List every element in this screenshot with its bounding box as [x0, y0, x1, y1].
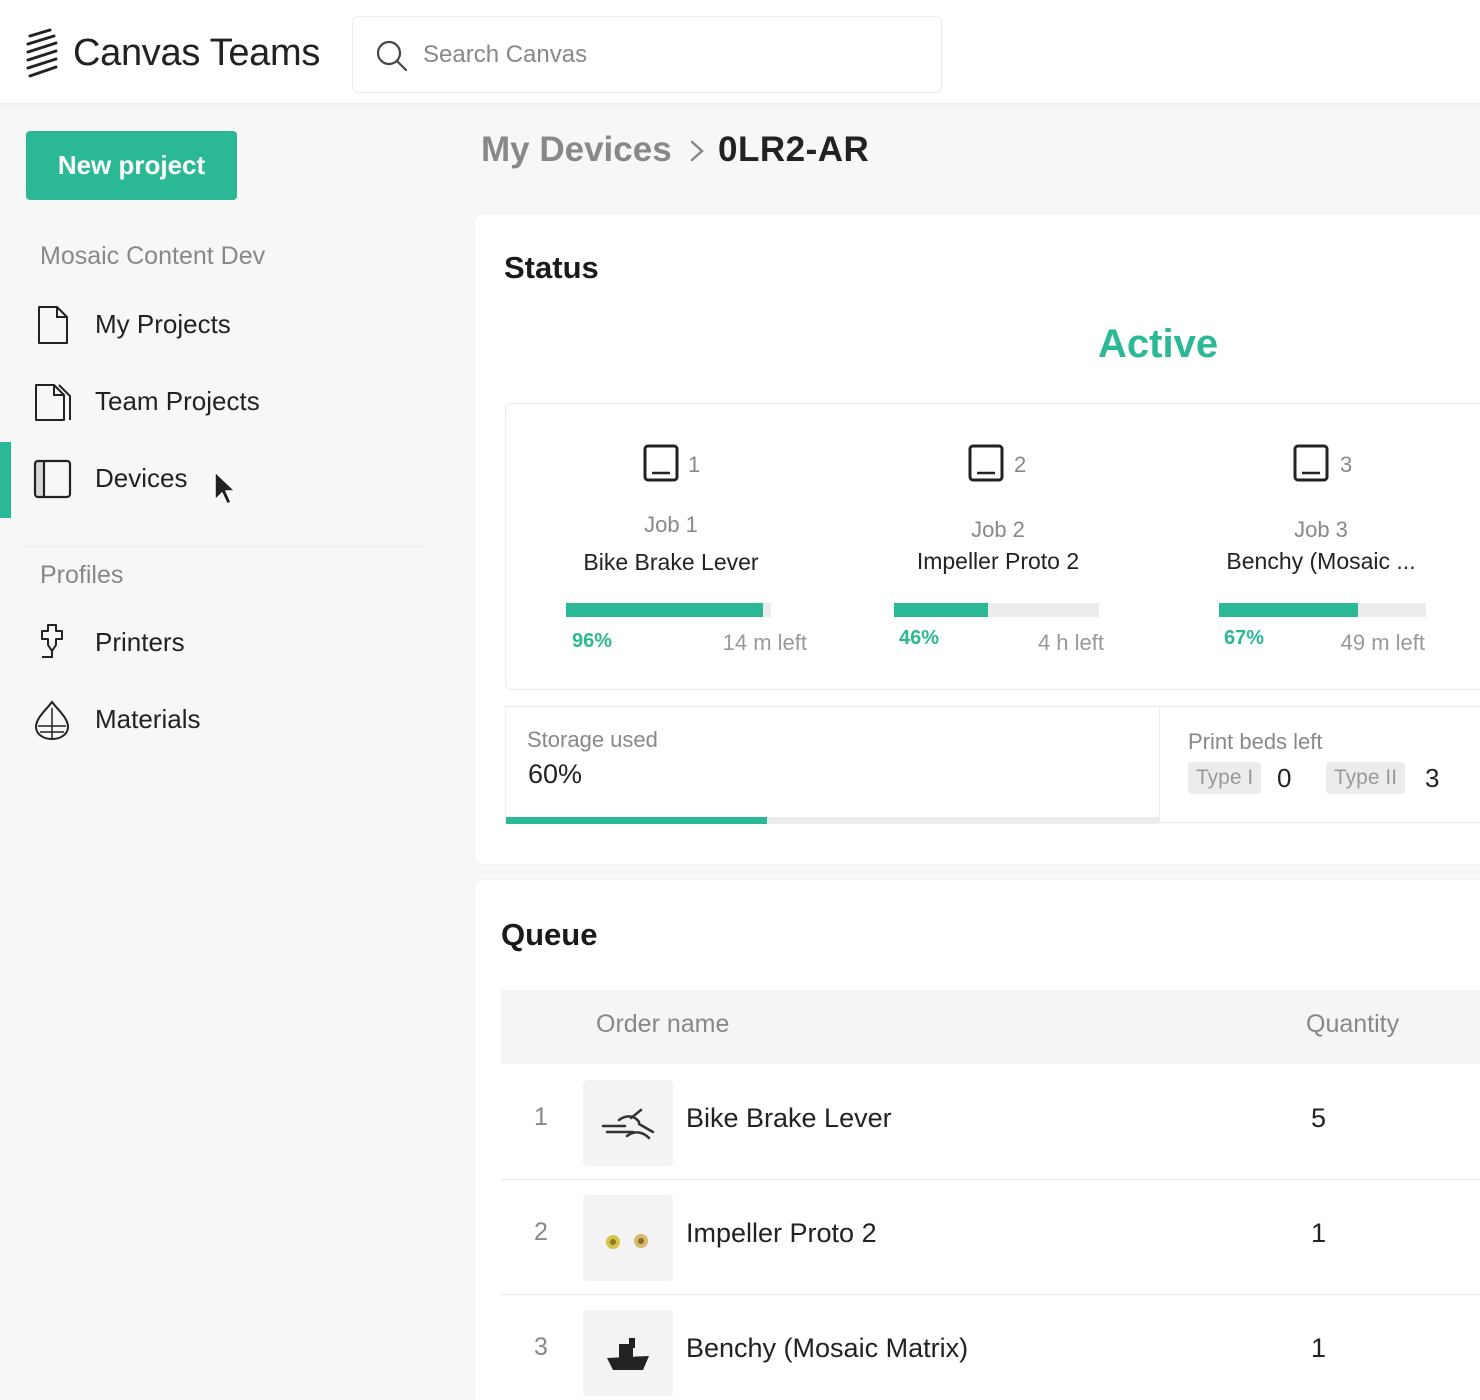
sidebar-item-materials[interactable]: Materials: [0, 690, 430, 750]
print-bed-icon: [643, 444, 679, 482]
order-name: Benchy (Mosaic Matrix): [686, 1333, 969, 1363]
storage-label: Storage used: [527, 727, 658, 752]
order-thumbnail: [583, 1080, 673, 1166]
bed-number: 3: [1340, 452, 1353, 477]
job-progress-percent: 46%: [899, 627, 940, 649]
order-name: Bike Brake Lever: [686, 1103, 892, 1133]
queue-table-header: Order name Quantity: [501, 990, 1480, 1064]
job-progress-bar: [1219, 603, 1426, 617]
chevron-right-icon: [690, 140, 704, 162]
sidebar-item-label: Materials: [95, 704, 201, 734]
sidebar-item-label: My Projects: [95, 309, 231, 339]
order-thumbnail: [583, 1195, 673, 1281]
storage-panel: Storage used 60%: [505, 706, 1160, 824]
job-name: Impeller Proto 2: [916, 548, 1080, 574]
print-beds-panel: Print beds left Type I 0 Type II 3: [1159, 706, 1480, 823]
job-name: Benchy (Mosaic ...: [1226, 548, 1416, 574]
app-title: Canvas Teams: [73, 32, 321, 74]
search-icon: [376, 40, 408, 72]
job-card[interactable]: 3 Job 3 Benchy (Mosaic ... 67% 49 m left: [1171, 404, 1471, 691]
job-card[interactable]: 2 Job 2 Impeller Proto 2 46% 4 h left: [848, 404, 1148, 691]
storage-progress-fill: [506, 817, 768, 824]
mouse-cursor-icon: [214, 471, 236, 505]
job-label: Job 3: [1294, 517, 1348, 542]
sidebar-item-label: Team Projects: [95, 386, 260, 416]
workspace-label: Mosaic Content Dev: [40, 242, 266, 270]
new-project-button[interactable]: New project: [26, 131, 237, 200]
order-quantity: 1: [1311, 1333, 1327, 1363]
table-row[interactable]: 3 Benchy (Mosaic Matrix) 1: [501, 1295, 1480, 1400]
search-input[interactable]: [423, 35, 923, 75]
column-header-quantity[interactable]: Quantity: [1306, 1010, 1399, 1039]
status-title: Status: [504, 250, 599, 285]
job-progress-fill: [566, 603, 763, 617]
job-card[interactable]: 1 Job 1 Bike Brake Lever 96% 14 m left: [521, 404, 821, 691]
breadcrumb-current: 0LR2-AR: [718, 130, 870, 169]
profiles-label: Profiles: [40, 561, 124, 589]
search-box[interactable]: [352, 16, 942, 93]
file-icon: [38, 306, 68, 344]
sidebar-item-printers[interactable]: Printers: [0, 613, 430, 673]
job-label: Job 2: [971, 517, 1025, 542]
job-label: Job 1: [644, 512, 698, 537]
row-index: 1: [534, 1103, 548, 1131]
table-row[interactable]: 2 Impeller Proto 2 1: [501, 1180, 1480, 1295]
print-beds-label: Print beds left: [1188, 729, 1323, 754]
job-name: Bike Brake Lever: [583, 549, 759, 575]
impeller-part-icon: [606, 1234, 648, 1249]
queue-title: Queue: [501, 917, 598, 952]
breadcrumb-parent-link[interactable]: My Devices: [481, 130, 672, 170]
row-index: 2: [534, 1218, 548, 1246]
job-progress-percent: 67%: [1224, 627, 1265, 649]
job-time-left: 49 m left: [1340, 630, 1425, 655]
storage-progress-bar: [506, 817, 1159, 824]
device-icon: [33, 459, 72, 499]
job-progress-fill: [1219, 603, 1358, 617]
order-quantity: 1: [1311, 1218, 1327, 1248]
job-progress-bar: [894, 603, 1099, 617]
sidebar-item-team-projects[interactable]: Team Projects: [0, 372, 430, 432]
jobs-panel: 1 Job 1 Bike Brake Lever 96% 14 m left 2…: [505, 403, 1480, 690]
column-header-order-name[interactable]: Order name: [596, 1010, 729, 1039]
order-name: Impeller Proto 2: [686, 1218, 877, 1248]
sidebar-divider: [20, 546, 425, 547]
table-row[interactable]: 1 Bike Brake Lever 5: [501, 1065, 1480, 1180]
print-bed-icon: [968, 444, 1004, 482]
bed-type-badge: Type II: [1326, 762, 1406, 794]
job-progress-percent: 96%: [572, 630, 613, 652]
storage-value: 60%: [528, 759, 583, 789]
row-index: 3: [534, 1333, 548, 1361]
bed-number: 2: [1014, 452, 1027, 477]
job-time-left: 14 m left: [722, 630, 807, 655]
benchy-boat-icon: [607, 1338, 649, 1370]
bed-type-count: 0: [1277, 763, 1292, 793]
brake-lever-part-icon: [601, 1108, 655, 1140]
top-bar: Canvas Teams: [0, 0, 1480, 104]
job-progress-fill: [894, 603, 989, 617]
bed-type-count: 3: [1425, 763, 1440, 793]
material-drop-icon: [34, 700, 70, 740]
bed-number: 1: [688, 452, 701, 477]
sidebar-item-my-projects[interactable]: My Projects: [0, 295, 430, 355]
canvas-logo-icon[interactable]: [24, 28, 62, 80]
sidebar-item-label: Printers: [95, 627, 185, 657]
job-progress-bar: [566, 603, 771, 617]
job-time-left: 4 h left: [1037, 630, 1104, 655]
printer-nozzle-icon: [41, 624, 63, 658]
status-state: Active: [1098, 322, 1219, 366]
files-icon: [35, 384, 71, 421]
sidebar-item-label: Devices: [95, 463, 188, 493]
bed-type-badge: Type I: [1188, 762, 1262, 794]
order-thumbnail: [583, 1310, 673, 1396]
order-quantity: 5: [1311, 1103, 1327, 1133]
print-bed-icon: [1293, 444, 1329, 482]
